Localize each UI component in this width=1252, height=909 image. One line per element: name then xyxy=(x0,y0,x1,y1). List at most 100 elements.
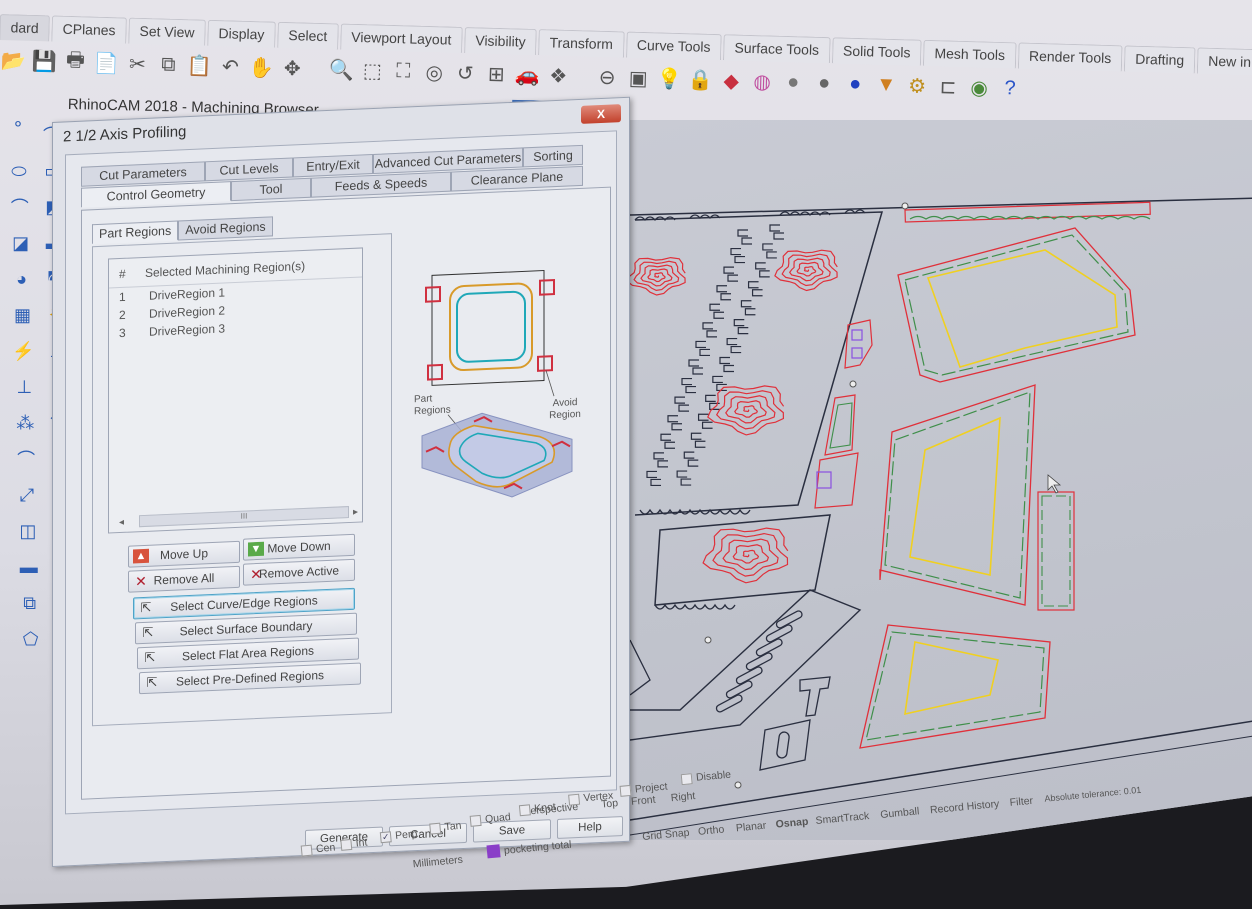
view-tab-front[interactable]: Front xyxy=(630,794,656,808)
toggle-grid-snap[interactable]: Grid Snap xyxy=(642,827,690,843)
toolbar-tab-render-tools[interactable]: Render Tools xyxy=(1017,42,1123,72)
toggle-ortho[interactable]: Ortho xyxy=(698,823,725,837)
toolbar-tab-cplanes[interactable]: CPlanes xyxy=(51,15,127,44)
save-icon[interactable]: 💾 xyxy=(30,47,59,76)
material-icon[interactable]: ◆ xyxy=(717,66,746,95)
object-properties-icon[interactable]: ▣ xyxy=(624,63,653,92)
point-icon[interactable]: ∘ xyxy=(4,110,32,136)
view-tab-right[interactable]: Right xyxy=(670,790,696,804)
block-icon[interactable]: ◫ xyxy=(14,518,42,544)
toolbar-tab-solid-tools[interactable]: Solid Tools xyxy=(831,37,922,66)
osnap-int[interactable]: Int xyxy=(340,836,368,851)
checkbox[interactable] xyxy=(469,814,482,827)
tab-entry-exit[interactable]: Entry/Exit xyxy=(293,153,373,178)
patch-surface-icon[interactable]: ▦ xyxy=(9,302,37,328)
toolbar-tab-curve-tools[interactable]: Curve Tools xyxy=(625,31,722,61)
import-icon[interactable]: 📄 xyxy=(92,49,121,78)
sphere-solid-icon[interactable]: ◕ xyxy=(8,266,36,292)
toggle-gumball[interactable]: Gumball xyxy=(880,805,920,821)
move-up-button[interactable]: ▲ Move Up xyxy=(128,540,240,568)
boolean-split-icon[interactable]: ⚡ xyxy=(9,338,37,364)
ellipse-icon[interactable]: ⬭ xyxy=(5,158,33,184)
toolbar-tab-surface-tools[interactable]: Surface Tools xyxy=(723,34,831,64)
boolean-icon[interactable]: ⁂ xyxy=(11,410,39,436)
zoom-selected-icon[interactable]: ◎ xyxy=(420,58,449,87)
toolbar-tab-new-in-v6[interactable]: New in V6 xyxy=(1196,47,1252,76)
osnap-quad[interactable]: Quad xyxy=(469,811,511,827)
remove-active-button[interactable]: ✕ Remove Active xyxy=(243,558,355,586)
transform-icon[interactable]: ⧉ xyxy=(16,590,44,616)
undo-view-icon[interactable]: ↺ xyxy=(451,59,480,88)
checkbox[interactable] xyxy=(429,822,442,835)
machining-regions-list[interactable]: # Selected Machining Region(s) 1 DriveRe… xyxy=(108,247,363,534)
scroll-right-arrow-icon[interactable]: ▸ xyxy=(353,507,358,518)
close-button[interactable]: X xyxy=(581,104,621,124)
split-icon[interactable]: ⊥ xyxy=(10,374,38,400)
sphere-shaded-icon[interactable]: ● xyxy=(810,69,839,98)
cplane-icon[interactable]: ⊖ xyxy=(593,63,622,92)
toolbar-tab-dard[interactable]: dard xyxy=(0,14,51,42)
render-globe-icon[interactable]: ◉ xyxy=(965,73,994,102)
rotate-view-icon[interactable]: ✥ xyxy=(278,54,307,83)
paste-icon[interactable]: 📋 xyxy=(185,51,214,80)
toolbar-tab-transform[interactable]: Transform xyxy=(538,29,625,58)
scroll-left-arrow-icon[interactable]: ◂ xyxy=(119,517,124,528)
toolbar-tab-set-view[interactable]: Set View xyxy=(128,17,206,46)
current-layer[interactable]: pocketing total xyxy=(486,838,572,859)
undo-icon[interactable]: ↶ xyxy=(216,52,245,81)
tab-sorting[interactable]: Sorting xyxy=(523,144,583,168)
toolbar-tab-select[interactable]: Select xyxy=(277,21,339,50)
checkbox[interactable] xyxy=(340,838,353,851)
zoom-extents-icon[interactable]: ⛶ xyxy=(389,57,418,86)
sphere-blue-icon[interactable]: ● xyxy=(841,70,870,99)
print-icon[interactable]: 🖶 xyxy=(61,48,90,77)
pan-hand-icon[interactable]: ✋ xyxy=(247,53,276,82)
units-label[interactable]: Millimeters xyxy=(412,854,463,871)
toolbar-tab-viewport-layout[interactable]: Viewport Layout xyxy=(339,23,463,53)
osnap-project[interactable]: Project xyxy=(619,781,668,797)
cut-icon[interactable]: ✂ xyxy=(123,49,152,78)
osnap-cen[interactable]: Cen xyxy=(300,841,336,857)
four-viewports-icon[interactable]: ⊞ xyxy=(482,59,511,88)
checkbox[interactable] xyxy=(619,784,632,797)
analysis-icon[interactable]: ⬠ xyxy=(17,626,45,652)
move-down-button[interactable]: ▼ Move Down xyxy=(243,533,355,561)
checkbox[interactable] xyxy=(300,844,313,857)
toolbar-tab-visibility[interactable]: Visibility xyxy=(464,26,538,55)
osnap-perp[interactable]: ✓ Perp xyxy=(379,828,418,843)
surface-edge-icon[interactable]: ◪ xyxy=(7,230,35,256)
subtab-avoid-regions[interactable]: Avoid Regions xyxy=(178,216,273,241)
dimension-icon[interactable]: ⊏ xyxy=(934,72,963,101)
toggle-osnap[interactable]: Osnap xyxy=(775,816,809,831)
named-view-icon[interactable]: ❖ xyxy=(544,61,573,90)
tab-cut-levels[interactable]: Cut Levels xyxy=(205,157,293,182)
subtab-part-regions[interactable]: Part Regions xyxy=(92,220,179,245)
lock-icon[interactable]: 🔒 xyxy=(686,65,715,94)
toolbar-tab-mesh-tools[interactable]: Mesh Tools xyxy=(923,39,1017,69)
toggle-record-history[interactable]: Record History xyxy=(930,798,1000,816)
zoom-window-icon[interactable]: ⬚ xyxy=(358,56,387,85)
settings-gear-icon[interactable]: ⚙ xyxy=(903,71,932,100)
filter-icon[interactable]: ▼ xyxy=(872,70,901,99)
osnap-tan[interactable]: Tan xyxy=(429,820,462,835)
car-icon[interactable]: 🚗 xyxy=(513,60,542,89)
checkbox[interactable]: ✓ xyxy=(379,830,392,843)
toggle-smarttrack[interactable]: SmartTrack xyxy=(815,810,870,827)
copy-icon[interactable]: ⧉ xyxy=(154,50,183,79)
zoom-dynamic-icon[interactable]: 🔍 xyxy=(327,55,356,84)
offset-curve-icon[interactable]: ⌒ xyxy=(12,446,40,472)
sphere-gray-icon[interactable]: ● xyxy=(779,68,808,97)
toolbar-tab-display[interactable]: Display xyxy=(207,19,276,48)
array-icon[interactable]: ▬ xyxy=(15,554,43,580)
toolbar-tab-drafting[interactable]: Drafting xyxy=(1123,45,1196,74)
toggle-planar[interactable]: Planar xyxy=(735,820,766,835)
remove-all-button[interactable]: ✕ Remove All xyxy=(128,565,240,593)
checkbox[interactable] xyxy=(518,803,531,816)
annotation-icon[interactable]: ⤢ xyxy=(13,482,41,508)
checkbox[interactable] xyxy=(680,772,693,785)
osnap-disable[interactable]: Disable xyxy=(680,769,732,786)
color-wheel-icon[interactable]: ◍ xyxy=(748,67,777,96)
light-icon[interactable]: 💡 xyxy=(655,64,684,93)
tab-tool[interactable]: Tool xyxy=(231,177,311,202)
arc-icon[interactable]: ⌒ xyxy=(6,194,34,220)
